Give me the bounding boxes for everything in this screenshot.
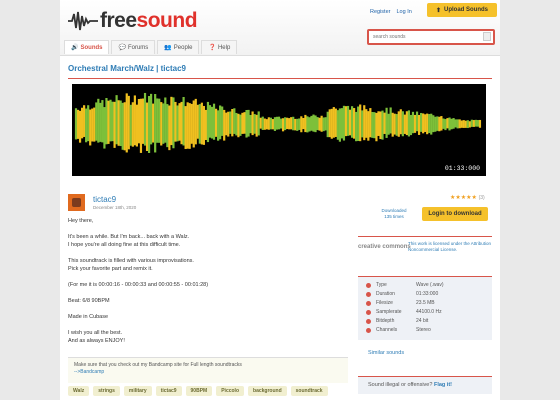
info-row: Type Wave (.wav) (366, 281, 484, 290)
waveform-graphic (74, 92, 482, 153)
license-box: creative commons This work is licensed u… (358, 236, 492, 266)
tag[interactable]: Piccolo (216, 386, 245, 396)
info-bullet-icon (366, 301, 371, 306)
info-row: Channels Stereo (366, 326, 484, 335)
flag-prompt: Sound illegal or offensive? (368, 382, 433, 388)
desc-line: Made in Cubase (68, 314, 109, 320)
desc-line: Hey there, (68, 218, 94, 224)
freesound-logo[interactable]: freesound (68, 8, 198, 34)
desc-line: (For me it is 00:00:16 - 00:00:33 and 00… (68, 282, 209, 288)
tag[interactable]: Walz (68, 386, 90, 396)
avatar[interactable] (68, 194, 85, 211)
waveform-player[interactable]: 01:33:000 (72, 84, 486, 176)
people-icon: 👥 (164, 45, 172, 51)
similar-sounds-link[interactable]: Similar sounds (358, 350, 492, 356)
upload-label: Upload Sounds (444, 7, 489, 13)
main-tabs: 🔊 Sounds 💬 Forums 👥 People ❓ Help (64, 40, 238, 54)
flag-box: Sound illegal or offensive? Flag it! (358, 376, 492, 394)
info-bullet-icon (366, 283, 371, 288)
search-input[interactable] (369, 31, 477, 43)
duration-display: 01:33:000 (444, 165, 480, 172)
sound-title: Orchestral March/Walz | tictac9 (68, 64, 186, 73)
title-divider (68, 78, 492, 79)
info-bullet-icon (366, 310, 371, 315)
tag[interactable]: soundtrack (290, 386, 328, 396)
desc-line: It's been a while. But I'm back... back … (68, 234, 190, 248)
tag[interactable]: 90BPM (185, 386, 213, 396)
upload-sounds-button[interactable]: ⬆ Upload Sounds (427, 3, 497, 17)
bandcamp-link[interactable]: -->Bandcamp (74, 369, 104, 375)
tag[interactable]: military (123, 386, 152, 396)
tab-help[interactable]: ❓ Help (201, 40, 238, 54)
info-row: Duration 01:33:000 (366, 290, 484, 299)
tag[interactable]: tictac9 (155, 386, 182, 396)
chat-icon: 💬 (118, 45, 126, 51)
tab-sounds[interactable]: 🔊 Sounds (64, 40, 110, 54)
speaker-icon: 🔊 (71, 45, 79, 51)
download-count: Downloaded 135 times (381, 208, 407, 219)
info-bullet-icon (366, 319, 371, 324)
file-info-panel: Type Wave (.wav) Duration 01:33:000 Filesi… (358, 276, 492, 340)
search-button[interactable] (483, 32, 491, 41)
desc-line: This soundtrack is filled with various i… (68, 258, 194, 272)
username-link[interactable]: tictac9 (93, 195, 116, 204)
info-row: Filesize 23.5 MB (366, 299, 484, 308)
info-bullet-icon (366, 328, 371, 333)
license-text[interactable]: This work is licensed under the Attribut… (408, 241, 492, 253)
tab-forums[interactable]: 💬 Forums (111, 40, 156, 54)
flag-link[interactable]: Flag it! (434, 382, 452, 388)
tag[interactable]: background (248, 386, 287, 396)
logo-text-sound: sound (136, 9, 198, 32)
search-box (367, 29, 495, 45)
desc-line: I wish you all the best. And as always E… (68, 330, 125, 344)
upload-date: December 18th, 2020 (93, 205, 137, 210)
upload-icon: ⬆ (435, 7, 442, 14)
rating-count: (3) (478, 195, 485, 201)
bandcamp-text: Make sure that you check out my Bandcamp… (74, 362, 242, 368)
register-link[interactable]: Register (370, 9, 390, 15)
tag[interactable]: strings (93, 386, 120, 396)
header: freesound Register Log In ⬆ Upload Sound… (60, 0, 500, 56)
login-to-download-button[interactable]: Login to download (422, 207, 488, 221)
page: freesound Register Log In ⬆ Upload Sound… (60, 0, 500, 400)
logo-text-free: free (100, 9, 137, 32)
sound-description: Hey there, It's been a while. But I'm ba… (68, 217, 348, 353)
waveform-logo-icon (68, 11, 98, 31)
creative-commons-logo: creative commons (358, 244, 411, 250)
info-bullet-icon (366, 292, 371, 297)
rating-stars[interactable]: ★★★★★ (3) (450, 194, 485, 201)
login-link[interactable]: Log In (396, 9, 411, 15)
tag-list: Walz strings military tictac9 90BPM Picc… (68, 386, 328, 396)
info-row: Samplerate 44100.0 Hz (366, 308, 484, 317)
info-row: Bitdepth 24 bit (366, 317, 484, 326)
help-icon: ❓ (208, 45, 216, 51)
desc-line: Beat: 6/8 90BPM (68, 298, 110, 304)
tab-people[interactable]: 👥 People (157, 40, 200, 54)
bandcamp-note: Make sure that you check out my Bandcamp… (68, 357, 348, 383)
